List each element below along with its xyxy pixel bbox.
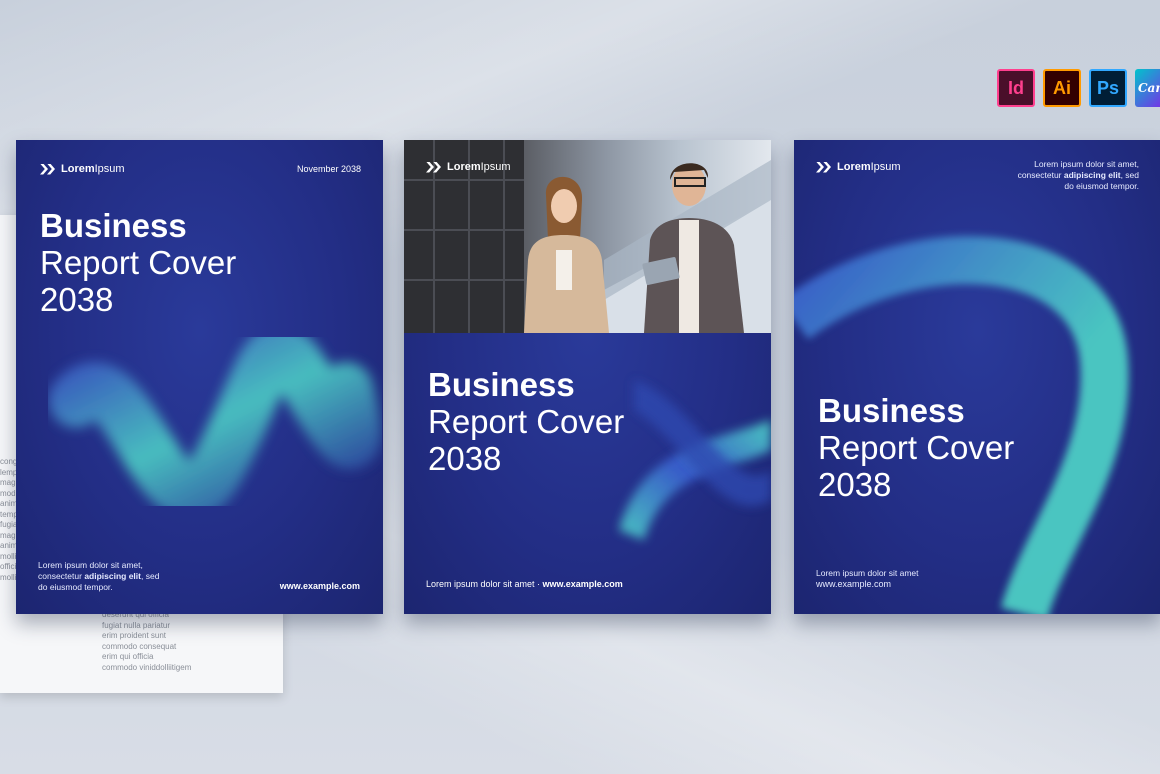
desc-text: consectetur	[38, 571, 85, 581]
logo-text-bold: Lorem	[837, 161, 871, 173]
logo-text-light: Ipsum	[94, 163, 125, 175]
cover-variant-1: LoremIpsum November 2038 Business Report…	[16, 140, 383, 614]
illustrator-icon: Ai	[1043, 69, 1081, 107]
cover-variant-3: LoremIpsum Lorem ipsum dolor sit amet, c…	[794, 140, 1160, 614]
description-line-1: Lorem ipsum dolor sit amet	[816, 568, 919, 578]
desc-bold: adipiscing elit	[1063, 170, 1121, 180]
ribbon-graphic	[794, 236, 1129, 614]
title-business: Business	[818, 392, 965, 429]
top-description-line-3: do eiusmod tempor.	[1064, 181, 1139, 191]
title-business: Business	[40, 207, 187, 244]
title-year: 2038	[40, 281, 114, 318]
brand-logo: LoremIpsum	[816, 161, 901, 173]
description-line-2: consectetur adipiscing elit, sed	[38, 571, 159, 582]
cover-top-description: Lorem ipsum dolor sit amet, consectetur …	[1018, 159, 1139, 192]
brand-logo: LoremIpsum	[40, 163, 125, 175]
logo-text-bold: Lorem	[447, 161, 481, 173]
indesign-icon: Id	[997, 69, 1035, 107]
top-description-line-1: Lorem ipsum dolor sit amet,	[1034, 159, 1139, 169]
cover-footer: Lorem ipsum dolor sit amet · www.example…	[426, 579, 623, 589]
cover-url: www.example.com	[279, 581, 360, 591]
cover-description: Lorem ipsum dolor sit amet, consectetur …	[38, 560, 159, 593]
footer-text: Lorem ipsum dolor sit amet ·	[426, 579, 543, 589]
cover-url: www.example.com	[816, 579, 892, 589]
logo-text-light: Ipsum	[480, 161, 511, 173]
paper-text-column-right: deserunt qui officia fugiat nulla pariat…	[102, 610, 192, 672]
photoshop-icon: Ps	[1089, 69, 1127, 107]
logo-text-light: Ipsum	[870, 161, 901, 173]
cover-description: Lorem ipsum dolor sit amet www.example.c…	[816, 568, 919, 590]
title-report-cover: Report Cover	[818, 429, 1015, 466]
logo-mark-icon	[426, 162, 441, 173]
cover-url: www.example.com	[542, 579, 623, 589]
software-badges: Id Ai Ps Canva	[997, 69, 1160, 107]
title-report-cover: Report Cover	[40, 244, 237, 281]
top-description-line-2: consectetur adipiscing elit, sed	[1018, 170, 1139, 181]
title-year: 2038	[428, 440, 502, 477]
description-line-3: do eiusmod tempor.	[38, 582, 113, 592]
cover-title: Business Report Cover 2038	[428, 366, 624, 477]
description-line-1: Lorem ipsum dolor sit amet,	[38, 560, 143, 570]
desc-text: consectetur	[1017, 170, 1064, 180]
logo-mark-icon	[816, 162, 831, 173]
cover-variant-2: LoremIpsum Business Report Cover 2038 Lo…	[404, 140, 771, 614]
logo-mark-icon	[40, 164, 55, 175]
cover-date: November 2038	[296, 164, 361, 174]
desc-bold: adipiscing elit	[84, 571, 141, 581]
brand-logo: LoremIpsum	[426, 161, 511, 173]
canva-icon: Canva	[1135, 69, 1160, 107]
cover-title: Business Report Cover 2038	[40, 207, 236, 318]
desc-text-end: , sed	[141, 571, 160, 581]
logo-text-bold: Lorem	[61, 163, 95, 175]
desc-text-end: , sed	[1120, 170, 1139, 180]
title-year: 2038	[818, 466, 892, 503]
title-report-cover: Report Cover	[428, 403, 625, 440]
title-business: Business	[428, 366, 575, 403]
cover-title: Business Report Cover 2038	[818, 392, 1014, 503]
